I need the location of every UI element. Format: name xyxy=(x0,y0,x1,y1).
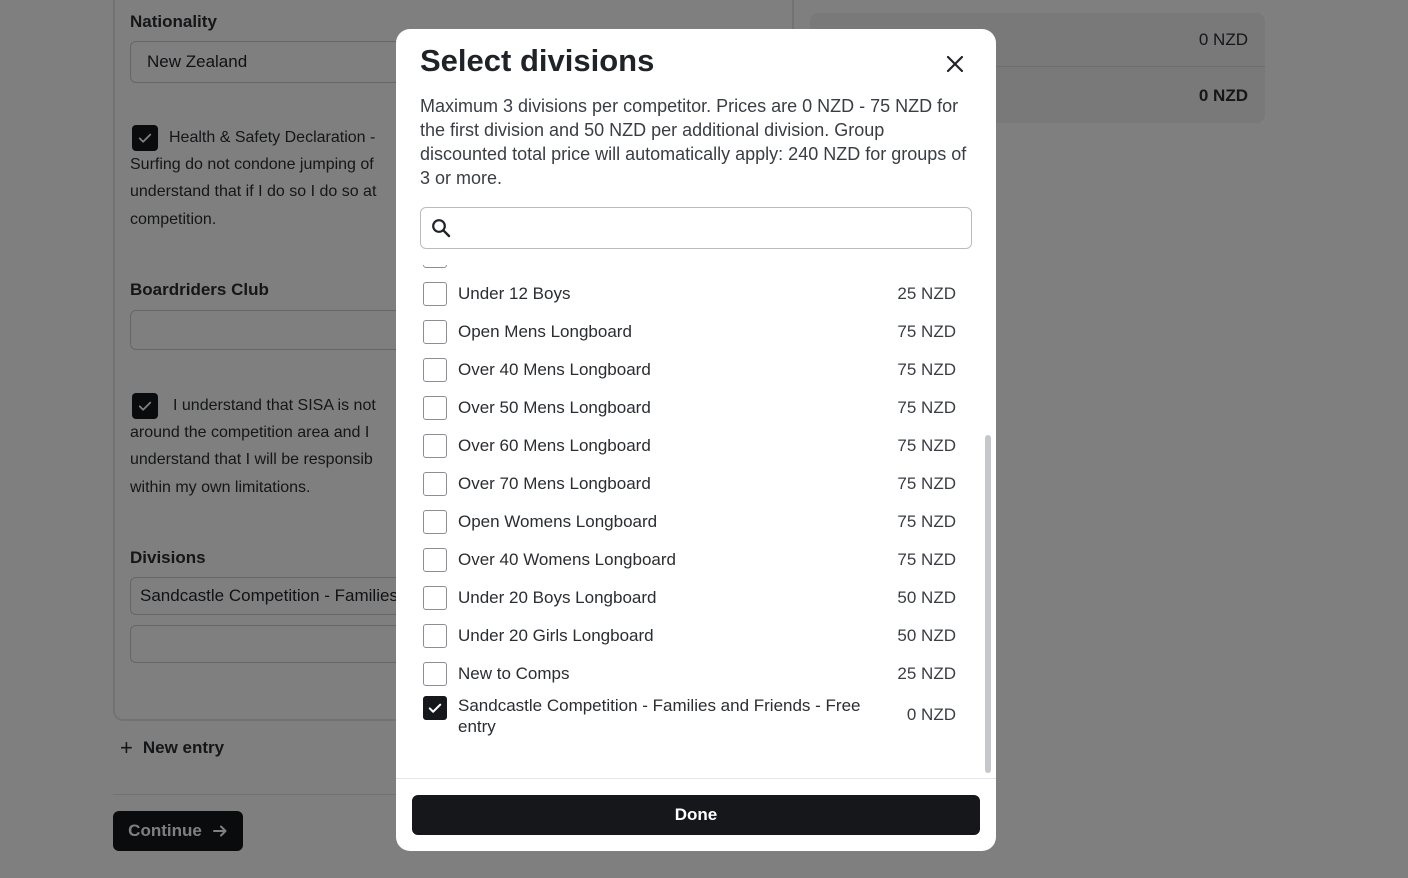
division-option[interactable]: Open Mens Longboard 75 NZD xyxy=(396,313,980,351)
division-price: 75 NZD xyxy=(897,436,956,455)
division-label: Open Womens Longboard xyxy=(458,512,658,531)
dialog-title: Select divisions xyxy=(420,43,655,78)
select-divisions-dialog: Select divisions Maximum 3 divisions per… xyxy=(396,29,996,851)
division-option[interactable]: Under 20 Boys Longboard 50 NZD xyxy=(396,579,980,617)
division-list[interactable]: Under 12 Boys 25 NZD Open Mens Longboard 75… xyxy=(396,265,996,777)
division-checkbox[interactable] xyxy=(423,586,447,610)
division-price: 75 NZD xyxy=(897,550,956,569)
close-icon xyxy=(946,55,964,73)
division-option[interactable] xyxy=(396,265,980,275)
division-checkbox[interactable] xyxy=(423,472,447,496)
division-option[interactable]: Over 40 Mens Longboard 75 NZD xyxy=(396,351,980,389)
division-checkbox[interactable] xyxy=(423,358,447,382)
division-label: Over 40 Mens Longboard xyxy=(458,360,651,379)
division-price: 0 NZD xyxy=(906,705,956,724)
division-price: 25 NZD xyxy=(897,664,956,683)
dialog-description: Maximum 3 divisions per competitor. Pric… xyxy=(420,96,967,188)
division-option[interactable]: New to Comps 25 NZD xyxy=(396,655,980,693)
division-checkbox[interactable] xyxy=(423,510,447,534)
division-price: 75 NZD xyxy=(897,360,956,379)
scrollbar-thumb[interactable] xyxy=(985,435,991,773)
division-option[interactable]: Over 70 Mens Longboard 75 NZD xyxy=(396,465,980,503)
division-checkbox[interactable] xyxy=(423,434,447,458)
division-price: 75 NZD xyxy=(897,322,956,341)
division-label: Over 70 Mens Longboard xyxy=(458,474,651,493)
division-checkbox[interactable] xyxy=(423,548,447,572)
dialog-footer-divider xyxy=(396,778,996,779)
close-button[interactable] xyxy=(942,51,968,77)
division-label: New to Comps xyxy=(458,664,570,683)
division-search-input[interactable] xyxy=(459,208,971,248)
division-option[interactable]: Sandcastle Competition - Families and Fr… xyxy=(396,693,980,739)
division-label: Under 20 Girls Longboard xyxy=(458,626,654,645)
division-label: Under 12 Boys xyxy=(458,284,571,303)
division-label: Over 50 Mens Longboard xyxy=(458,398,651,417)
division-label: Over 40 Womens Longboard xyxy=(458,550,676,569)
division-list-scrollbar[interactable] xyxy=(983,265,993,777)
division-label: Open Mens Longboard xyxy=(458,322,632,341)
division-checkbox[interactable] xyxy=(423,624,447,648)
division-label: Under 20 Boys Longboard xyxy=(458,588,657,607)
division-checkbox[interactable] xyxy=(423,320,447,344)
division-checkbox[interactable] xyxy=(423,265,447,268)
division-checkbox[interactable] xyxy=(423,282,447,306)
division-label: Over 60 Mens Longboard xyxy=(458,436,651,455)
done-button[interactable]: Done xyxy=(412,795,980,835)
division-option[interactable]: Over 40 Womens Longboard 75 NZD xyxy=(396,541,980,579)
division-label: Sandcastle Competition - Families and Fr… xyxy=(458,696,861,736)
division-checkbox[interactable] xyxy=(423,396,447,420)
division-search-box[interactable] xyxy=(420,207,972,249)
division-option[interactable]: Under 12 Boys 25 NZD xyxy=(396,275,980,313)
division-price: 75 NZD xyxy=(897,512,956,531)
division-price: 75 NZD xyxy=(897,398,956,417)
division-price: 25 NZD xyxy=(897,284,956,303)
division-price: 75 NZD xyxy=(897,474,956,493)
division-option[interactable]: Open Womens Longboard 75 NZD xyxy=(396,503,980,541)
division-checkbox[interactable] xyxy=(423,662,447,686)
division-option[interactable]: Over 60 Mens Longboard 75 NZD xyxy=(396,427,980,465)
division-option[interactable]: Over 50 Mens Longboard 75 NZD xyxy=(396,389,980,427)
division-price: 50 NZD xyxy=(897,626,956,645)
division-option[interactable]: Under 20 Girls Longboard 50 NZD xyxy=(396,617,980,655)
check-icon xyxy=(428,703,442,713)
division-price: 50 NZD xyxy=(897,588,956,607)
division-checkbox[interactable] xyxy=(423,696,447,720)
search-icon xyxy=(432,219,451,238)
